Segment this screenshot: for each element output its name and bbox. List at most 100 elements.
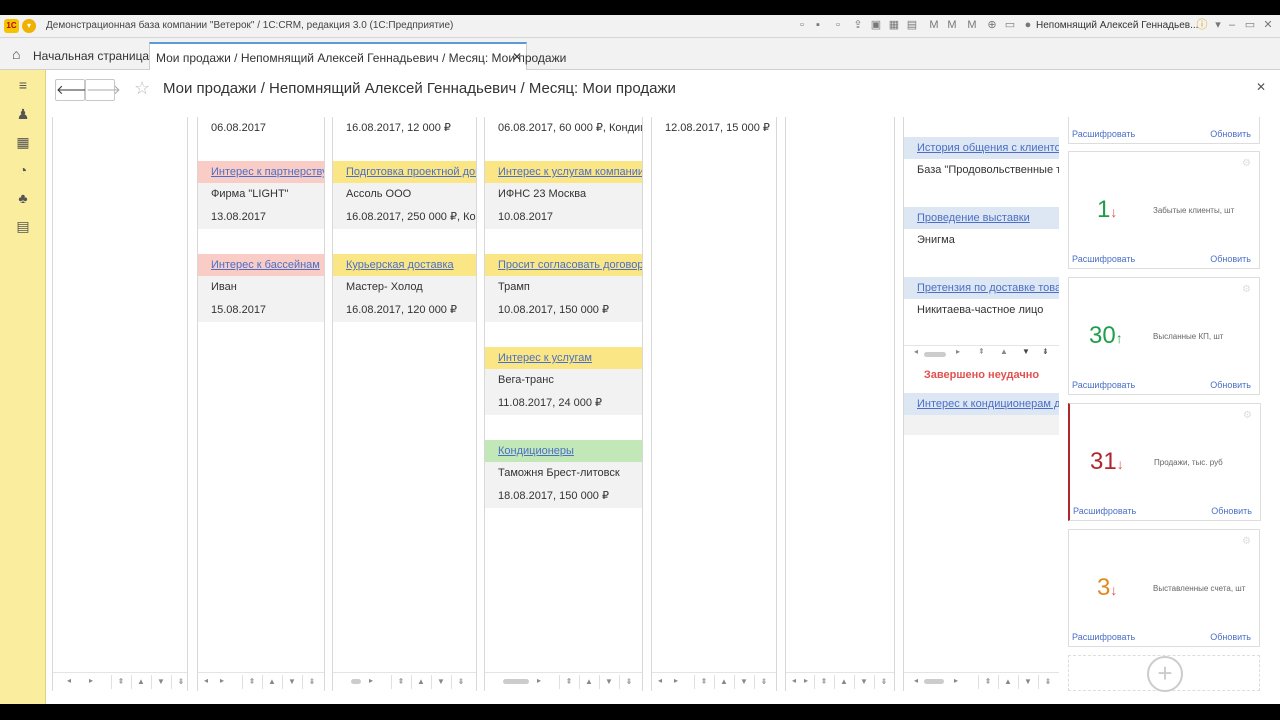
deal-card[interactable]: Интерес к услугам Вега-транс 11.08.2017,… <box>485 347 642 415</box>
decode-link[interactable]: Расшифровать <box>1073 506 1136 516</box>
chart-section-icon[interactable]: ◔ <box>15 162 31 178</box>
deal-title-link[interactable]: Интерес к кондиционерам дл <box>904 393 1059 415</box>
scroll-right-icon[interactable]: ▸ <box>89 676 93 685</box>
move-top-icon[interactable]: ⇞ <box>391 675 410 689</box>
scroll-right-icon[interactable]: ▸ <box>804 676 808 685</box>
calendar-icon[interactable]: ▤ <box>906 19 918 31</box>
deal-card[interactable]: Интерес к услугам компании ИФНС 23 Москв… <box>485 161 642 229</box>
horizontal-scroll-thumb[interactable] <box>924 352 946 357</box>
move-up-icon[interactable]: ▲ <box>834 675 853 689</box>
move-down-icon[interactable]: ▼ <box>1022 347 1030 356</box>
close-tab-icon[interactable]: ✕ <box>512 50 522 64</box>
deal-title-link[interactable]: Подготовка проектной документации <box>333 161 476 183</box>
move-bottom-icon[interactable]: ⇟ <box>171 675 187 689</box>
favorite-star-icon[interactable]: ☆ <box>134 78 150 99</box>
deal-title-link[interactable]: Проведение выставки <box>904 207 1059 229</box>
deal-title-link[interactable]: Интерес к услугам <box>485 347 642 369</box>
move-top-icon[interactable]: ⇞ <box>559 675 578 689</box>
deal-title-link[interactable]: Кондиционеры <box>485 440 642 462</box>
printer-icon[interactable]: ▣ <box>870 19 882 31</box>
add-widget-button[interactable]: + <box>1068 655 1260 692</box>
deal-card[interactable]: Интерес к партнерству Фирма "LIGHT" 13.0… <box>198 161 324 229</box>
deal-card[interactable]: Претензия по доставке товара Никитаева-ч… <box>904 277 1059 322</box>
deal-card[interactable]: 06.08.2017 <box>198 117 324 140</box>
gear-icon[interactable]: ⚙ <box>1243 410 1252 421</box>
scroll-left-icon[interactable]: ◂ <box>792 676 796 685</box>
scroll-left-icon[interactable]: ◂ <box>658 676 662 685</box>
scroll-right-icon[interactable]: ▸ <box>956 347 960 356</box>
scroll-left-icon[interactable]: ◂ <box>914 676 918 685</box>
deal-title-link[interactable]: Интерес к партнерству <box>198 161 324 183</box>
gear-icon[interactable]: ⚙ <box>1242 158 1251 169</box>
toolbar-icon-1[interactable]: ▫ <box>796 19 808 31</box>
move-up-icon[interactable]: ▲ <box>714 675 733 689</box>
gear-icon[interactable]: ⚙ <box>1242 536 1251 547</box>
info-icon[interactable]: ⓘ <box>1196 19 1208 31</box>
close-window-icon[interactable]: ✕ <box>1262 19 1274 31</box>
move-down-icon[interactable]: ▼ <box>734 675 753 689</box>
menu-icon[interactable]: ≡ <box>15 77 31 93</box>
move-bottom-icon[interactable]: ⇟ <box>302 675 321 689</box>
gear-icon[interactable]: ⚙ <box>1242 284 1251 295</box>
deal-card[interactable]: Курьерская доставка Мастер- Холод 16.08.… <box>333 254 476 322</box>
current-user[interactable]: Непомнящий Алексей Геннадьев... <box>1036 20 1198 31</box>
scroll-left-icon[interactable]: ◂ <box>914 347 918 356</box>
tab-my-sales[interactable]: Мои продажи / Непомнящий Алексей Геннадь… <box>149 42 566 71</box>
move-up-icon[interactable]: ▲ <box>131 675 150 689</box>
main-menu-icon[interactable]: ▾ <box>22 19 36 33</box>
move-bottom-icon[interactable]: ⇟ <box>754 675 773 689</box>
refresh-link[interactable]: Обновить <box>1210 254 1251 264</box>
deal-title-link[interactable]: Претензия по доставке товара <box>904 277 1059 299</box>
memory-mplus-icon[interactable]: M <box>946 19 958 31</box>
scroll-right-icon[interactable]: ▸ <box>369 676 373 685</box>
minimize-icon[interactable]: – <box>1226 19 1238 31</box>
back-button[interactable]: 🡐 <box>55 79 91 101</box>
deal-card[interactable]: 16.08.2017, 12 000 ₽ <box>333 117 476 140</box>
move-bottom-icon[interactable]: ⇟ <box>1042 347 1049 356</box>
memory-mminus-icon[interactable]: M <box>966 19 978 31</box>
calendar-section-icon[interactable]: ▦ <box>15 134 31 150</box>
table-icon[interactable]: ▦ <box>888 19 900 31</box>
scroll-left-icon[interactable]: ◂ <box>204 676 208 685</box>
move-bottom-icon[interactable]: ⇟ <box>451 675 470 689</box>
move-top-icon[interactable]: ⇞ <box>978 675 997 689</box>
save-icon[interactable]: ▫ <box>832 19 844 31</box>
deal-card[interactable]: 06.08.2017, 60 000 ₽, Кондиц <box>485 117 642 140</box>
move-top-icon[interactable]: ⇞ <box>978 347 985 356</box>
scroll-left-icon[interactable]: ◂ <box>67 676 71 685</box>
deal-title-link[interactable]: Курьерская доставка <box>333 254 476 276</box>
move-up-icon[interactable]: ▲ <box>579 675 598 689</box>
reports-section-icon[interactable]: ▤ <box>15 218 31 234</box>
move-up-icon[interactable]: ▲ <box>411 675 430 689</box>
move-bottom-icon[interactable]: ⇟ <box>874 675 893 689</box>
move-up-icon[interactable]: ▲ <box>262 675 281 689</box>
horizontal-scroll-thumb[interactable] <box>924 679 944 684</box>
move-top-icon[interactable]: ⇞ <box>242 675 261 689</box>
move-top-icon[interactable]: ⇞ <box>814 675 833 689</box>
move-bottom-icon[interactable]: ⇟ <box>1038 675 1057 689</box>
deal-title-link[interactable]: Интерес к бассейнам <box>198 254 324 276</box>
move-up-icon[interactable]: ▲ <box>998 675 1017 689</box>
structure-section-icon[interactable]: ♣ <box>15 190 31 206</box>
memory-m-icon[interactable]: M <box>928 19 940 31</box>
close-form-icon[interactable]: ✕ <box>1256 80 1266 94</box>
deal-card[interactable]: Интерес к бассейнам Иван 15.08.2017 <box>198 254 324 322</box>
move-down-icon[interactable]: ▼ <box>1018 675 1037 689</box>
deal-title-link[interactable]: История общения с клиентом <box>904 137 1059 159</box>
deal-card[interactable]: Интерес к кондиционерам дл <box>904 393 1059 435</box>
zoom-icon[interactable]: ⊕ <box>986 19 998 31</box>
deal-title-link[interactable]: Интерес к услугам компании <box>485 161 642 183</box>
deal-card[interactable]: Просит согласовать договор Трамп 10.08.2… <box>485 254 642 322</box>
move-top-icon[interactable]: ⇞ <box>694 675 713 689</box>
tab-home[interactable]: ⌂ Начальная страница <box>0 38 149 69</box>
forward-button[interactable]: 🡒 <box>85 79 121 101</box>
window-icon[interactable]: ▭ <box>1004 19 1016 31</box>
move-down-icon[interactable]: ▼ <box>282 675 301 689</box>
horizontal-scroll-thumb[interactable] <box>503 679 529 684</box>
print-icon[interactable]: ▪ <box>812 19 824 31</box>
deal-card[interactable]: 12.08.2017, 15 000 ₽ <box>652 117 776 140</box>
deal-title-link[interactable]: Просит согласовать договор <box>485 254 642 276</box>
move-down-icon[interactable]: ▼ <box>854 675 873 689</box>
scroll-right-icon[interactable]: ▸ <box>220 676 224 685</box>
refresh-link[interactable]: Обновить <box>1211 506 1252 516</box>
